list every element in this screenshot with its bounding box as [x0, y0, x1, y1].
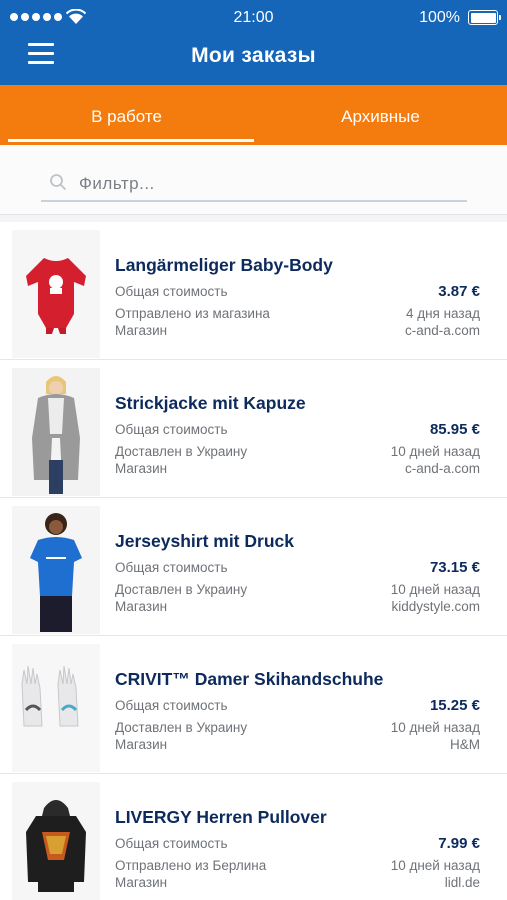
order-status: Доставлен в Украину [115, 720, 248, 735]
order-row[interactable]: CRIVIT™ Damer Skihandschuhe Общая стоимо… [0, 636, 507, 774]
product-image [12, 782, 100, 900]
grey-cardigan-image [12, 368, 100, 496]
tab-in-progress[interactable]: В работе [0, 85, 253, 145]
battery-percent: 100% [419, 9, 460, 26]
store-name: c-and-a.com [404, 323, 480, 338]
ski-gloves-image [12, 644, 100, 772]
product-image [12, 230, 100, 358]
order-status: Доставлен в Украину [115, 444, 248, 459]
filter-input[interactable] [79, 171, 449, 197]
order-price: 73.15 € [429, 559, 480, 576]
store-label: Магазин [115, 323, 168, 338]
store-label: Магазин [115, 875, 168, 890]
active-tab-indicator [8, 139, 254, 142]
order-row[interactable]: Langärmeliger Baby-Body Общая стоимость … [0, 222, 507, 360]
search-icon [50, 174, 66, 190]
product-image [12, 644, 100, 772]
order-time: 10 дней назад [390, 858, 480, 873]
store-name: H&M [450, 737, 480, 752]
order-time: 4 дня назад [405, 306, 480, 321]
order-row[interactable]: LIVERGY Herren Pullover Общая стоимость … [0, 774, 507, 900]
total-label: Общая стоимость [115, 698, 228, 713]
store-name: lidl.de [444, 875, 480, 890]
total-label: Общая стоимость [115, 560, 228, 575]
product-image [12, 368, 100, 496]
order-status: Отправлено из Берлина [115, 858, 267, 873]
store-label: Магазин [115, 737, 168, 752]
battery-icon [468, 10, 501, 25]
app-header: 21:00 100% Мои заказы [0, 0, 507, 85]
page-title: Мои заказы [191, 44, 316, 67]
order-status: Доставлен в Украину [115, 582, 248, 597]
order-row[interactable]: Strickjacke mit Kapuze Общая стоимость 8… [0, 360, 507, 498]
tab-archived[interactable]: Архивные [254, 85, 507, 145]
order-price: 7.99 € [438, 835, 480, 852]
total-label: Общая стоимость [115, 284, 228, 299]
order-time: 10 дней назад [390, 720, 480, 735]
store-label: Магазин [115, 461, 168, 476]
order-price: 85.95 € [429, 421, 480, 438]
order-time: 10 дней назад [390, 582, 480, 597]
black-hoodie-image [12, 782, 100, 900]
store-name: kiddystyle.com [391, 599, 480, 614]
product-name: Jerseyshirt mit Druck [115, 531, 294, 551]
order-price: 3.87 € [438, 283, 480, 300]
status-bar: 21:00 100% [0, 0, 507, 36]
red-bodysuit-image [12, 230, 100, 358]
order-time: 10 дней назад [390, 444, 480, 459]
store-name: c-and-a.com [404, 461, 480, 476]
total-label: Общая стоимость [115, 422, 228, 437]
product-image [12, 506, 100, 634]
product-name: Strickjacke mit Kapuze [115, 393, 306, 413]
total-label: Общая стоимость [115, 836, 228, 851]
filter-field [41, 169, 467, 202]
order-row[interactable]: Jerseyshirt mit Druck Общая стоимость 73… [0, 498, 507, 636]
blue-tshirt-image [12, 506, 100, 634]
product-name: CRIVIT™ Damer Skihandschuhe [115, 669, 384, 689]
order-status: Отправлено из магазина [115, 306, 270, 321]
tab-bar: В работе Архивные [0, 85, 507, 145]
product-name: Langärmeliger Baby-Body [115, 255, 333, 275]
product-name: LIVERGY Herren Pullover [115, 807, 327, 827]
order-price: 15.25 € [429, 697, 480, 714]
filter-bar [0, 145, 507, 215]
store-label: Магазин [115, 599, 168, 614]
